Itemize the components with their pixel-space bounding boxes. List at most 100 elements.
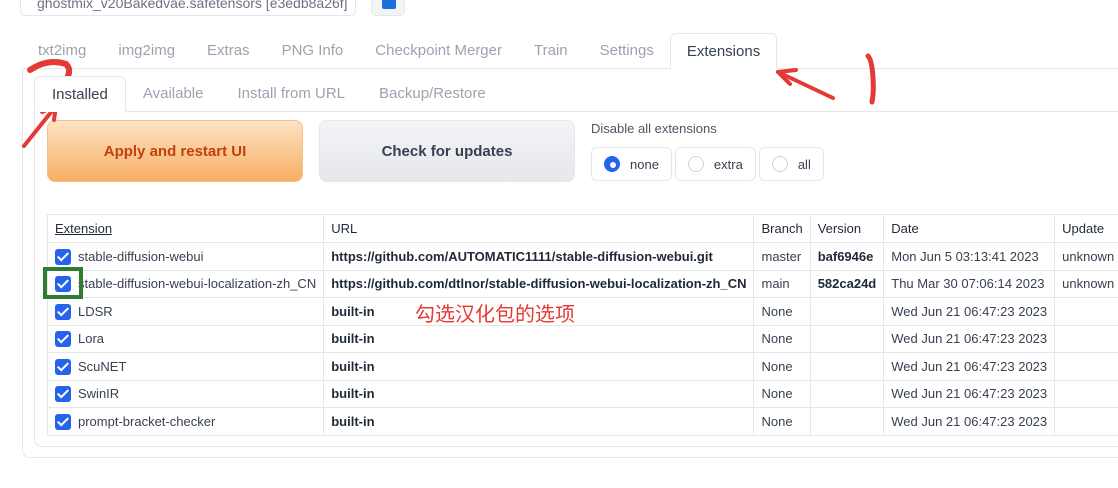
cell-update xyxy=(1054,324,1118,353)
cell-version xyxy=(809,407,885,436)
cell-update xyxy=(1054,352,1118,381)
cell-update xyxy=(1054,297,1118,326)
cell-url: https://github.com/dtlnor/stable-diffusi… xyxy=(323,269,755,298)
disable-all-radio-group: none extra all xyxy=(591,147,824,181)
sub-tab-bar: Installed Available Install from URL Bac… xyxy=(34,76,503,112)
radio-unchecked-icon xyxy=(687,156,704,172)
cell-branch: None xyxy=(753,324,811,353)
enable-checkbox[interactable] xyxy=(55,358,71,375)
model-selector[interactable]: ghostmix_v20Bakedvae.safetensors [e3edb8… xyxy=(20,0,356,16)
radio-unchecked-icon xyxy=(771,156,788,172)
tab-backup-restore[interactable]: Backup/Restore xyxy=(362,76,503,112)
radio-none[interactable]: none xyxy=(591,147,672,181)
cell-branch: None xyxy=(753,352,811,381)
table-row: LDSR built-in None Wed Jun 21 06:47:23 2023 xyxy=(46,297,1118,326)
tab-txt2img[interactable]: txt2img xyxy=(22,33,102,69)
cell-extension: LDSR xyxy=(46,297,325,326)
table-row: SwinIR built-in None Wed Jun 21 06:47:23 20… xyxy=(46,379,1118,408)
table-header-row: Extension URL Branch Version Date Update xyxy=(46,214,1118,243)
column-header-date: Date xyxy=(883,214,1056,243)
cell-branch: None xyxy=(753,407,811,436)
radio-all[interactable]: all xyxy=(758,147,824,181)
cell-date: Wed Jun 21 06:47:23 2023 xyxy=(883,407,1056,436)
cell-extension: Lora xyxy=(46,324,325,353)
annotation-note: 勾选汉化包的选项 xyxy=(415,304,575,326)
column-header-update: Update xyxy=(1054,214,1118,243)
cell-extension: prompt-bracket-checker xyxy=(46,407,325,436)
refresh-button[interactable] xyxy=(371,0,405,16)
tab-available[interactable]: Available xyxy=(126,76,221,112)
extension-name: LDSR xyxy=(78,304,113,320)
enable-checkbox[interactable] xyxy=(55,248,71,265)
radio-extra[interactable]: extra xyxy=(674,147,756,181)
extension-name: SwinIR xyxy=(78,386,120,402)
cell-date: Wed Jun 21 06:47:23 2023 xyxy=(883,379,1056,408)
column-header-version: Version xyxy=(809,214,885,243)
tab-installed[interactable]: Installed xyxy=(34,76,126,112)
cell-version xyxy=(809,324,885,353)
extension-name: ScuNET xyxy=(78,359,127,375)
tab-png-info[interactable]: PNG Info xyxy=(266,33,360,69)
cell-version: 582ca24d xyxy=(809,269,885,298)
extension-name: prompt-bracket-checker xyxy=(78,414,216,430)
cell-branch: None xyxy=(753,379,811,408)
cell-version xyxy=(809,297,885,326)
tab-install-from-url[interactable]: Install from URL xyxy=(220,76,362,112)
radio-label: all xyxy=(797,156,811,172)
cell-version xyxy=(809,352,885,381)
cell-extension: stable-diffusion-webui-localization-zh_C… xyxy=(46,269,325,298)
enable-checkbox[interactable] xyxy=(55,303,71,320)
radio-label: extra xyxy=(713,156,743,172)
check-for-updates-button[interactable]: Check for updates xyxy=(319,120,575,182)
enable-checkbox[interactable] xyxy=(55,413,71,430)
cell-update xyxy=(1054,407,1118,436)
main-tab-bar: txt2img img2img Extras PNG Info Checkpoi… xyxy=(22,33,778,69)
refresh-icon xyxy=(382,0,396,9)
column-header-url: URL xyxy=(323,214,755,243)
cell-branch: main xyxy=(753,269,811,298)
table-row: stable-diffusion-webui https://github.com… xyxy=(46,242,1118,271)
tab-checkpoint-merger[interactable]: Checkpoint Merger xyxy=(359,33,518,69)
tab-extras[interactable]: Extras xyxy=(191,33,266,69)
disable-all-label: Disable all extensions xyxy=(591,121,717,136)
column-header-extension[interactable]: Extension xyxy=(46,214,325,243)
cell-url: built-in xyxy=(323,379,755,408)
extension-name: stable-diffusion-webui xyxy=(78,249,204,265)
cell-branch: None xyxy=(753,297,811,326)
table-row: ScuNET built-in None Wed Jun 21 06:47:23 20… xyxy=(46,352,1118,381)
cell-date: Wed Jun 21 06:47:23 2023 xyxy=(883,297,1056,326)
table-row: prompt-bracket-checker built-in None Wed Ju… xyxy=(46,407,1118,436)
table-row: Lora built-in None Wed Jun 21 06:47:23 2023 xyxy=(46,324,1118,353)
cell-date: Wed Jun 21 06:47:23 2023 xyxy=(883,352,1056,381)
cell-date: Thu Mar 30 07:06:14 2023 xyxy=(883,269,1056,298)
cell-version xyxy=(809,379,885,408)
extension-name: Lora xyxy=(78,331,105,347)
enable-checkbox[interactable] xyxy=(55,331,71,348)
tab-settings[interactable]: Settings xyxy=(584,33,670,69)
tab-extensions[interactable]: Extensions xyxy=(669,33,778,69)
cell-date: Wed Jun 21 06:47:23 2023 xyxy=(883,324,1056,353)
extensions-table: Extension URL Branch Version Date Update… xyxy=(46,214,1118,436)
cell-update: unknown xyxy=(1054,242,1118,271)
cell-extension: stable-diffusion-webui xyxy=(46,242,325,271)
cell-url: built-in xyxy=(323,324,755,353)
tab-train[interactable]: Train xyxy=(518,33,584,69)
cell-update: unknown xyxy=(1054,269,1118,298)
cell-url: built-in xyxy=(323,407,755,436)
radio-checked-icon xyxy=(604,156,620,172)
column-header-branch: Branch xyxy=(753,214,811,243)
cell-date: Mon Jun 5 03:13:41 2023 xyxy=(883,242,1056,271)
cell-extension: SwinIR xyxy=(46,379,325,408)
enable-checkbox[interactable] xyxy=(55,386,71,403)
cell-branch: master xyxy=(753,242,811,271)
cell-update xyxy=(1054,379,1118,408)
cell-version: baf6946e xyxy=(809,242,885,271)
cell-extension: ScuNET xyxy=(46,352,325,381)
apply-and-restart-button[interactable]: Apply and restart UI xyxy=(47,120,303,182)
radio-label: none xyxy=(630,156,659,172)
cell-url: https://github.com/AUTOMATIC1111/stable-… xyxy=(323,242,755,271)
tab-img2img[interactable]: img2img xyxy=(102,33,191,69)
cell-url: built-in xyxy=(323,352,755,381)
extension-name: stable-diffusion-webui-localization-zh_C… xyxy=(78,276,317,292)
table-row: stable-diffusion-webui-localization-zh_C… xyxy=(46,269,1118,298)
